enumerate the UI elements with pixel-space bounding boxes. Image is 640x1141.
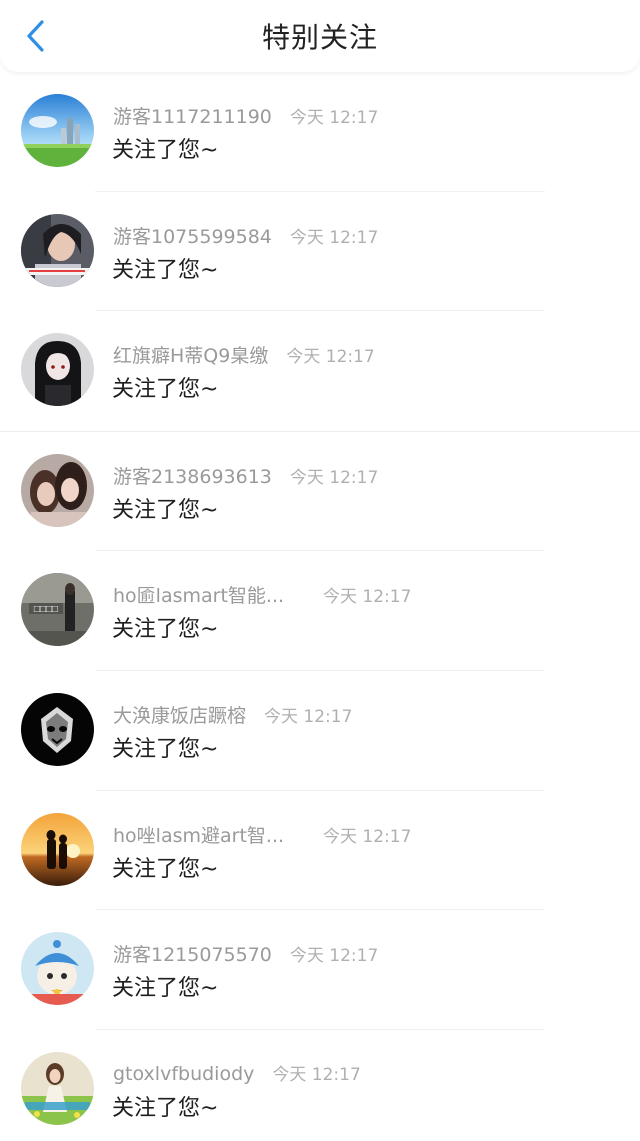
user-name[interactable]: ho唑lasm避art智... xyxy=(113,821,305,848)
timestamp: 今天 12:17 xyxy=(323,826,412,847)
user-name[interactable]: gtoxlvfbudiody xyxy=(113,1063,254,1085)
message-text: 关注了您~ xyxy=(112,856,219,882)
svg-text:□□□□: □□□□ xyxy=(34,604,58,615)
timestamp: 今天 12:17 xyxy=(289,227,379,248)
user-name[interactable]: ho匬lasmart智能... xyxy=(113,581,305,608)
follow-notification-list: 游客1117211190 今天 12:17 关注了您~ 游客1075599584… xyxy=(0,72,640,1141)
message-text: 关注了您~ xyxy=(112,736,219,762)
top-bar: 特别关注 xyxy=(0,0,640,72)
message-text: 关注了您~ xyxy=(112,377,219,403)
user-name[interactable]: 游客1075599584 xyxy=(113,222,272,249)
list-item[interactable]: 游客1215075570 今天 12:17 关注了您~ xyxy=(0,910,640,1030)
avatar[interactable] xyxy=(21,94,94,167)
user-name[interactable]: 大涣康饭店蹶榕 xyxy=(113,701,246,728)
message-text: 关注了您~ xyxy=(112,497,219,523)
user-name[interactable]: 游客1117211190 xyxy=(113,102,272,129)
list-item[interactable]: □□□□ ho匬lasmart智能... 今天 12:17 关注了您~ xyxy=(0,551,640,671)
avatar[interactable] xyxy=(21,692,94,766)
timestamp: 今天 12:17 xyxy=(289,946,379,967)
message-text: 关注了您~ xyxy=(112,976,219,1002)
message-text: 关注了您~ xyxy=(112,257,219,283)
list-item[interactable]: 游客1075599584 今天 12:17 关注了您~ xyxy=(0,192,640,312)
message-text: 关注了您~ xyxy=(112,138,219,163)
timestamp: 今天 12:17 xyxy=(272,1064,361,1085)
avatar[interactable]: □□□□ xyxy=(21,573,94,647)
list-item[interactable]: 游客2138693613 今天 12:17 关注了您~ xyxy=(0,432,640,552)
avatar[interactable] xyxy=(21,1051,94,1125)
list-item[interactable]: gtoxlvfbudiody 今天 12:17 关注了您~ xyxy=(0,1030,640,1141)
avatar[interactable] xyxy=(21,812,94,886)
page-title: 特别关注 xyxy=(261,21,378,54)
special-follow-page: 特别关注 游客1117211190 今天 12:17 关注了您~ 游客10755… xyxy=(0,0,640,1141)
list-item[interactable]: ho唑lasm避art智... 今天 12:17 关注了您~ xyxy=(0,791,640,911)
timestamp: 今天 12:17 xyxy=(289,467,379,488)
avatar[interactable] xyxy=(21,213,94,287)
user-name[interactable]: 红旗癖H蒂Q9臬缴 xyxy=(113,341,268,368)
timestamp: 今天 12:17 xyxy=(286,347,375,368)
avatar[interactable] xyxy=(21,932,94,1006)
user-name[interactable]: 游客1215075570 xyxy=(113,940,272,967)
message-text: 关注了您~ xyxy=(112,617,219,643)
avatar[interactable] xyxy=(21,453,94,527)
timestamp: 今天 12:17 xyxy=(264,706,353,727)
list-item[interactable]: 大涣康饭店蹶榕 今天 12:17 关注了您~ xyxy=(0,671,640,791)
user-name[interactable]: 游客2138693613 xyxy=(113,462,272,489)
timestamp: 今天 12:17 xyxy=(323,587,412,608)
list-item[interactable]: 红旗癖H蒂Q9臬缴 今天 12:17 关注了您~ xyxy=(0,311,640,432)
list-item[interactable]: 游客1117211190 今天 12:17 关注了您~ xyxy=(0,72,640,192)
avatar[interactable] xyxy=(21,333,94,407)
timestamp: 今天 12:17 xyxy=(289,108,379,128)
message-text: 关注了您~ xyxy=(112,1095,219,1121)
